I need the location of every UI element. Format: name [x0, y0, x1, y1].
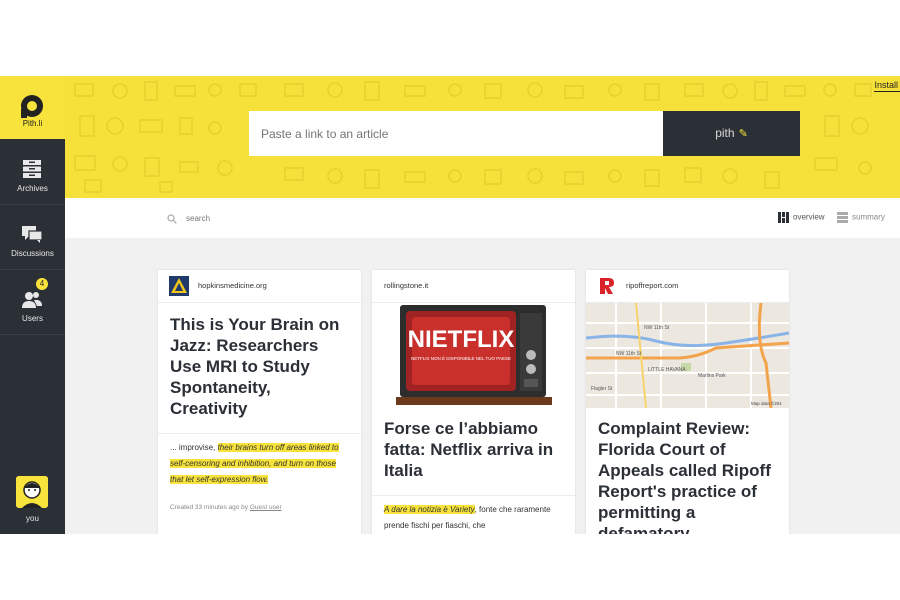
map-attribution: Map data ©201 [751, 400, 782, 406]
header-banner: Install pith✎ [65, 76, 900, 198]
sidebar-item-label: Archives [17, 184, 48, 193]
toolbar: overview summary [65, 198, 900, 239]
sidebar-item-archives[interactable]: Archives [0, 140, 65, 205]
grid-icon [778, 212, 789, 223]
summary-label: summary [852, 212, 885, 222]
logo[interactable]: Pith.li [0, 76, 65, 139]
card-header: hopkinsmedicine.org [158, 270, 361, 303]
article-excerpt: ... improvise, their brains turn off are… [158, 434, 361, 488]
article-card[interactable]: hopkinsmedicine.org This is Your Brain o… [158, 270, 361, 534]
install-link[interactable]: Install [874, 80, 900, 92]
netflix-subtext: NETFLIX NON È DISPONIBILE NEL TUO PAESE [411, 355, 511, 361]
sidebar: Pith.li Archives Discussions 4 Users you [0, 76, 65, 534]
map-label: NW 11th St [644, 325, 670, 331]
summary-view-button[interactable]: summary [837, 212, 885, 223]
source-domain: ripoffreport.com [626, 281, 679, 290]
article-excerpt: A dare la notizia è Variety, fonte che r… [372, 496, 575, 534]
meta-text: Created 33 minutes ago by [170, 504, 250, 511]
article-title[interactable]: Forse ce l’abbiamo fatta: Netflix arriva… [372, 408, 575, 481]
logo-label: Pith.li [22, 119, 43, 128]
search-icon [167, 214, 177, 224]
sidebar-item-discussions[interactable]: Discussions [0, 205, 65, 270]
pith-button-label: pith [715, 126, 735, 140]
article-card[interactable]: rollingstone.it NIETFLIX NETFLIX NON È D… [372, 270, 575, 534]
map-label: LITTLE HAVANA [648, 367, 686, 373]
article-url-input[interactable] [249, 111, 663, 156]
source-domain: hopkinsmedicine.org [198, 281, 267, 290]
source-domain: rollingstone.it [384, 281, 429, 290]
sidebar-item-label: Discussions [11, 249, 54, 258]
map-label: Flagler St [591, 386, 613, 392]
sidebar-item-users[interactable]: 4 Users [0, 270, 65, 335]
article-thumbnail[interactable]: NIETFLIX NETFLIX NON È DISPONIBILE NEL T… [372, 303, 575, 408]
users-count-badge: 4 [36, 278, 48, 290]
article-title[interactable]: This is Your Brain on Jazz: Researchers … [158, 303, 361, 419]
ripoff-report-logo-icon [597, 276, 617, 296]
excerpt-highlight: A dare la notizia è Variety [384, 505, 475, 514]
excerpt-text: ... improvise, [170, 443, 218, 452]
sidebar-item-label: Users [22, 314, 43, 323]
list-icon [837, 212, 848, 223]
overview-view-button[interactable]: overview [778, 212, 825, 223]
article-meta: Created 33 minutes ago by Guest user [158, 488, 361, 511]
map-label: NW 11th St [616, 351, 642, 357]
netflix-tv-image: NIETFLIX NETFLIX NON È DISPONIBILE NEL T… [372, 303, 575, 408]
hopkins-logo-icon [169, 276, 189, 296]
app-frame: Pith.li Archives Discussions 4 Users you… [0, 76, 900, 534]
article-title[interactable]: Complaint Review: Florida Court of Appea… [586, 408, 789, 534]
article-grid: hopkinsmedicine.org This is Your Brain o… [65, 238, 900, 534]
card-header: rollingstone.it [372, 270, 575, 303]
users-icon [22, 292, 42, 308]
discussions-icon [22, 226, 43, 243]
overview-label: overview [793, 212, 825, 222]
article-thumbnail[interactable]: NW 11th St NW 11th St LITTLE HAVANA Marl… [586, 303, 789, 408]
author-link[interactable]: Guest user [250, 504, 282, 511]
archives-icon [23, 160, 41, 178]
card-header: ripoffreport.com [586, 270, 789, 303]
user-avatar-icon [16, 476, 48, 508]
netflix-logo-text: NIETFLIX [408, 326, 515, 353]
article-card[interactable]: ripoffreport.com NW 11th St NW 11th St L… [586, 270, 789, 534]
avatar[interactable] [16, 476, 48, 508]
user-label: you [26, 514, 39, 523]
map-image: NW 11th St NW 11th St LITTLE HAVANA Marl… [586, 303, 789, 408]
map-label: Marlins Park [698, 373, 726, 379]
pith-submit-button[interactable]: pith ✎ [663, 111, 800, 156]
search-input[interactable] [184, 213, 388, 224]
pencil-icon: ✎ [738, 128, 748, 140]
